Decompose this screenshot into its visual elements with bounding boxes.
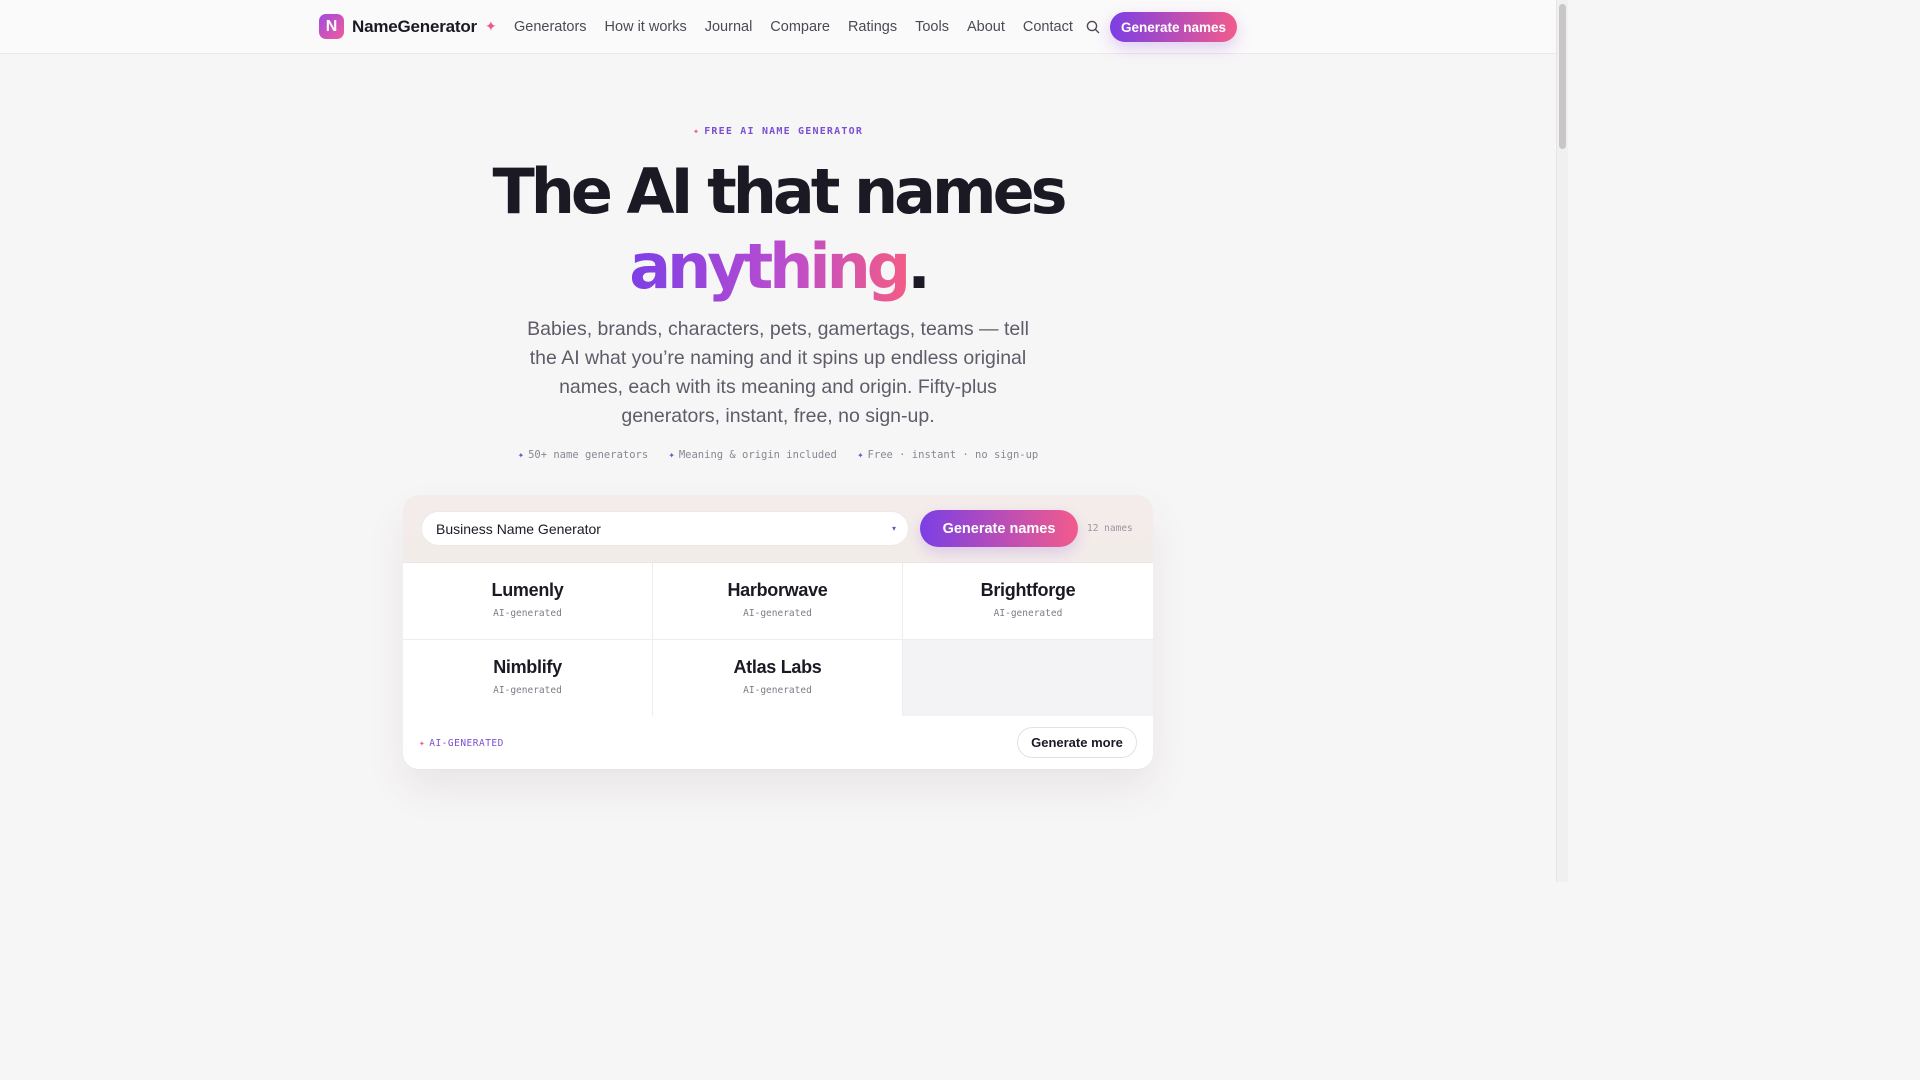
hero-headline-line2: anything.: [0, 229, 1556, 305]
generate-more-button[interactable]: Generate more: [1017, 727, 1137, 758]
result-card[interactable]: Harborwave AI-generated: [653, 563, 903, 640]
sparkle-icon: ✦: [857, 449, 864, 461]
generator-type-value: Business Name Generator: [436, 520, 601, 537]
result-card[interactable]: Brightforge AI-generated: [903, 563, 1153, 640]
sparkle-icon: ✦: [668, 449, 675, 461]
result-tag: AI-generated: [743, 608, 812, 619]
feature-text: Free · instant · no sign-up: [867, 449, 1039, 461]
hero-eyebrow: ✦ FREE AI NAME GENERATOR: [0, 126, 1556, 137]
sparkle-icon: ✦: [692, 126, 701, 137]
nav-link-how-it-works[interactable]: How it works: [605, 19, 687, 35]
result-tag: AI-generated: [493, 608, 562, 619]
eyebrow-text: FREE AI NAME GENERATOR: [704, 126, 864, 137]
results-grid: Lumenly AI-generated Harborwave AI-gener…: [403, 563, 1153, 717]
nav-link-contact[interactable]: Contact: [1023, 19, 1073, 35]
ai-generated-label: ✦ AI-GENERATED: [419, 738, 504, 749]
nav-link-ratings[interactable]: Ratings: [848, 19, 897, 35]
nav-link-tools[interactable]: Tools: [915, 19, 949, 35]
feature-text: Meaning & origin included: [678, 449, 837, 461]
sparkle-icon: ✦: [484, 18, 497, 34]
result-tag: AI-generated: [993, 608, 1063, 619]
generator-footer: ✦ AI-GENERATED Generate more: [403, 716, 1153, 769]
result-name: Brightforge: [980, 580, 1076, 600]
result-name: Lumenly: [491, 580, 564, 600]
top-nav: N NameGenerator ✦ Generators How it work…: [0, 0, 1556, 54]
nav-link-compare[interactable]: Compare: [770, 19, 830, 35]
result-card[interactable]: Atlas Labs AI-generated: [653, 640, 903, 717]
logo-icon: N: [319, 14, 344, 39]
nav-links: Generators How it works Journal Compare …: [514, 0, 1091, 54]
generator-card: Business Name Generator ▾ Generate names…: [403, 495, 1153, 769]
sparkle-icon: ✦: [517, 449, 525, 461]
footer-label-text: AI-GENERATED: [429, 738, 504, 749]
nav-generate-names-button[interactable]: Generate names: [1110, 12, 1237, 42]
nav-link-journal[interactable]: Journal: [705, 19, 753, 35]
brand-name: NameGenerator: [352, 16, 477, 36]
generator-type-select[interactable]: Business Name Generator ▾: [421, 511, 909, 546]
feature-item: ✦ Free · instant · no sign-up: [857, 449, 1038, 461]
hero-subheadline: Babies, brands, characters, pets, gamert…: [527, 318, 1029, 427]
result-card[interactable]: Nimblify AI-generated: [403, 640, 653, 717]
result-placeholder: [903, 640, 1153, 717]
feature-item: ✦ Meaning & origin included: [669, 449, 837, 461]
hero-headline-line1: The AI that names: [492, 155, 1067, 228]
generator-controls: Business Name Generator ▾ Generate names…: [403, 495, 1153, 563]
page-scrollbar[interactable]: [1556, 0, 1568, 882]
feature-list: ✦ 50+ name generators ✦ Meaning & origin i…: [0, 449, 1556, 461]
chevron-down-icon: ▾: [891, 524, 896, 533]
result-name: Nimblify: [493, 657, 562, 677]
brand-logo-link[interactable]: N NameGenerator ✦: [319, 14, 497, 39]
scrollbar-thumb[interactable]: [1559, 4, 1566, 149]
nav-link-generators[interactable]: Generators: [514, 19, 587, 35]
result-tag: AI-generated: [493, 685, 562, 696]
headline-period: .: [907, 230, 930, 303]
search-icon[interactable]: [1085, 19, 1101, 35]
result-card[interactable]: Lumenly AI-generated: [403, 563, 653, 640]
headline-highlight-word: anything: [629, 230, 911, 303]
nav-link-about[interactable]: About: [967, 19, 1005, 35]
feature-text: 50+ name generators: [528, 449, 649, 461]
name-count: 12 names: [1087, 523, 1133, 534]
sparkle-icon: ✦: [419, 738, 426, 749]
feature-item: ✦ 50+ name generators: [518, 449, 648, 461]
generate-names-button[interactable]: Generate names: [920, 510, 1078, 547]
result-name: Atlas Labs: [733, 657, 822, 677]
result-name: Harborwave: [727, 580, 828, 600]
result-tag: AI-generated: [743, 685, 812, 696]
